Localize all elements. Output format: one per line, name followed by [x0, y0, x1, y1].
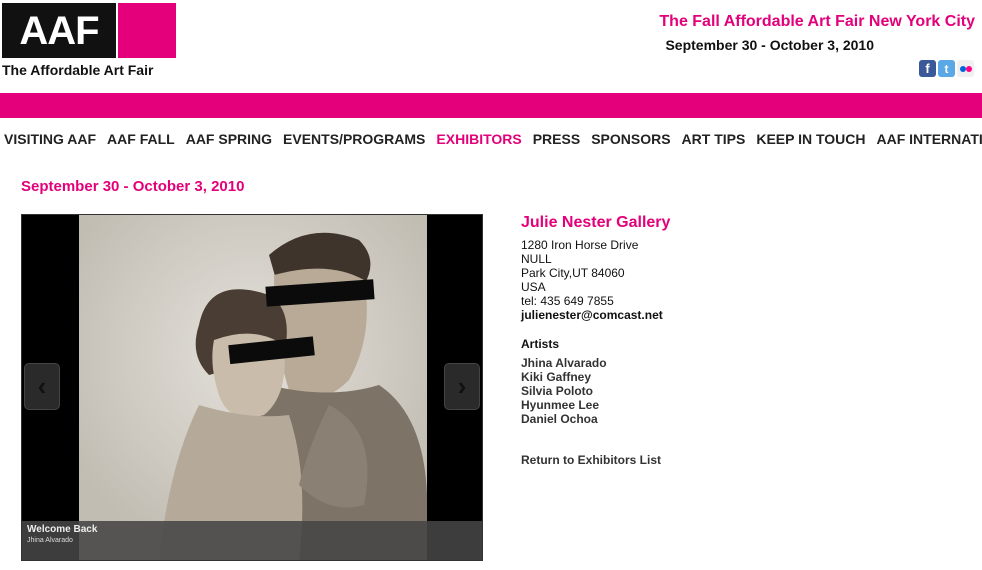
phone-line: tel: 435 649 7855 [521, 294, 614, 308]
address-line: 1280 Iron Horse Drive [521, 238, 639, 252]
social-links: f t [919, 60, 974, 77]
artist-link[interactable]: Hyunmee Lee [521, 398, 821, 412]
address-line: Park City,UT 84060 [521, 266, 625, 280]
event-title: The Fall Affordable Art Fair New York Ci… [659, 13, 975, 30]
gallery-name: Julie Nester Gallery [521, 214, 671, 231]
next-arrow-icon[interactable]: › [444, 363, 480, 410]
artist-link[interactable]: Daniel Ochoa [521, 412, 821, 426]
nav-exhibitors[interactable]: EXHIBITORS [436, 131, 521, 147]
artwork-image [79, 215, 427, 560]
artist-link[interactable]: Jhina Alvarado [521, 356, 821, 370]
nav-art-tips[interactable]: ART TIPS [682, 131, 746, 147]
nav-visiting-aaf[interactable]: VISITING AAF [4, 131, 96, 147]
caption-artist: Jhina Alvarado [27, 537, 73, 544]
aaf-logo[interactable]: AAF The Affordable Art Fair [2, 3, 178, 79]
nav-aaf-fall[interactable]: AAF FALL [107, 131, 175, 147]
logo-pink-square [118, 3, 176, 58]
artist-link[interactable]: Kiki Gaffney [521, 370, 821, 384]
return-to-exhibitors-link[interactable]: Return to Exhibitors List [521, 453, 661, 467]
artist-link[interactable]: Silvia Poloto [521, 384, 821, 398]
flickr-icon[interactable] [957, 60, 974, 77]
event-dates: September 30 - October 3, 2010 [665, 37, 874, 53]
nav-events-programs[interactable]: EVENTS/PROGRAMS [283, 131, 425, 147]
logo-mark: AAF [2, 3, 116, 58]
nav-aaf-spring[interactable]: AAF SPRING [186, 131, 272, 147]
artists-heading: Artists [521, 337, 560, 351]
main-nav: VISITING AAF AAF FALL AAF SPRING EVENTS/… [4, 131, 982, 147]
address-line: USA [521, 280, 546, 294]
gallery-info: Julie Nester Gallery 1280 Iron Horse Dri… [521, 214, 821, 426]
artwork-illustration [79, 215, 427, 560]
previous-arrow-icon[interactable]: ‹ [24, 363, 60, 410]
nav-press[interactable]: PRESS [533, 131, 580, 147]
address-line: NULL [521, 252, 552, 266]
header-pink-bar [0, 93, 982, 118]
nav-keep-in-touch[interactable]: KEEP IN TOUCH [756, 131, 865, 147]
artwork-viewer: ‹ › Welcome Back Jhina Alvarado [21, 214, 483, 561]
logo-subtitle: The Affordable Art Fair [2, 62, 154, 78]
page-date: September 30 - October 3, 2010 [21, 178, 245, 195]
caption-title: Welcome Back [27, 524, 98, 535]
facebook-icon[interactable]: f [919, 60, 936, 77]
nav-sponsors[interactable]: SPONSORS [591, 131, 670, 147]
email-link[interactable]: julienester@comcast.net [521, 308, 821, 322]
twitter-icon[interactable]: t [938, 60, 955, 77]
nav-aaf-international[interactable]: AAF INTERNATIONAL [877, 131, 982, 147]
